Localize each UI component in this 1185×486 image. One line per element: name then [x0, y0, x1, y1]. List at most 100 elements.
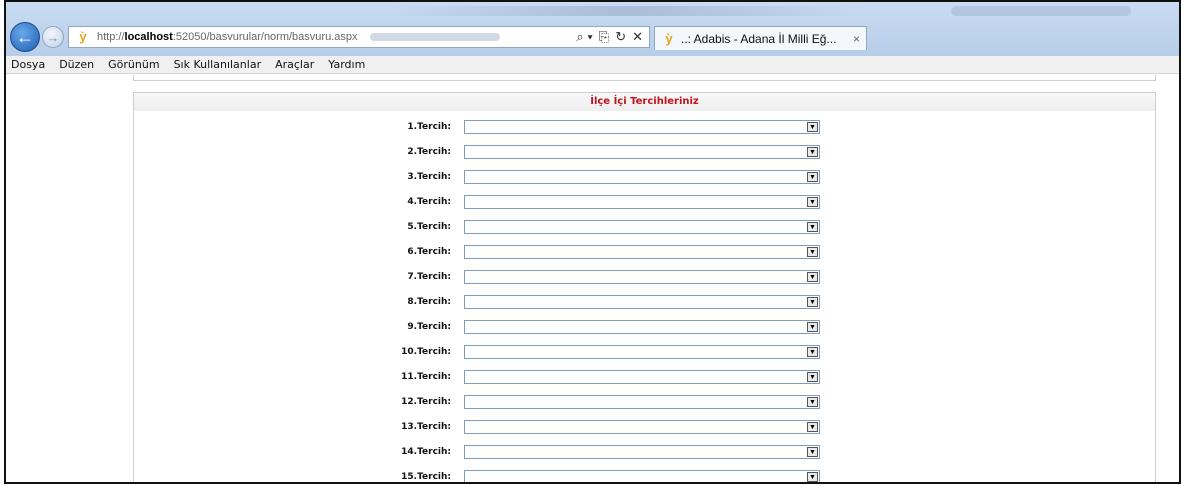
- preference-select[interactable]: ▼: [464, 420, 820, 434]
- back-arrow-icon: ←: [16, 26, 34, 47]
- preference-select-value: [465, 176, 468, 186]
- preference-row: 8.Tercih: ▼: [134, 295, 1155, 311]
- preferences-panel: İlçe İçi Tercihleriniz 1.Tercih: ▼ 2.Terci…: [133, 92, 1156, 482]
- search-icon[interactable]: ⌕ ▾: [576, 29, 592, 45]
- preference-row: 2.Tercih: ▼: [134, 145, 1155, 161]
- preference-label: 2.Tercih:: [407, 147, 451, 157]
- chevron-down-icon[interactable]: ▼: [807, 372, 818, 382]
- preference-select[interactable]: ▼: [464, 295, 820, 309]
- address-tools: ⌕ ▾ ⎘ ↻ ✕: [576, 29, 649, 45]
- preference-row: 6.Tercih: ▼: [134, 245, 1155, 261]
- preference-select-value: [465, 251, 468, 261]
- back-button[interactable]: ←: [10, 22, 40, 52]
- compatibility-icon[interactable]: ⎘: [599, 29, 609, 45]
- menu-item-dosya[interactable]: Dosya: [6, 58, 53, 71]
- menu-item-araclar[interactable]: Araçlar: [269, 58, 322, 71]
- preference-label: 1.Tercih:: [407, 122, 451, 132]
- preference-row: 13.Tercih: ▼: [134, 420, 1155, 436]
- preference-select[interactable]: ▼: [464, 395, 820, 409]
- browser-titlebar: ← → ỳ http:// localhost :52050/basvurula…: [6, 2, 1179, 56]
- chevron-down-icon[interactable]: ▼: [807, 247, 818, 257]
- preference-select-value: [465, 151, 468, 161]
- preference-label: 9.Tercih:: [407, 322, 451, 332]
- chevron-down-icon[interactable]: ▼: [807, 222, 818, 232]
- preference-label: 10.Tercih:: [401, 347, 451, 357]
- preference-select[interactable]: ▼: [464, 345, 820, 359]
- stop-icon[interactable]: ✕: [632, 29, 643, 45]
- preference-select[interactable]: ▼: [464, 245, 820, 259]
- chevron-down-icon[interactable]: ▼: [807, 322, 818, 332]
- chevron-down-icon[interactable]: ▼: [807, 147, 818, 157]
- preference-label: 4.Tercih:: [407, 197, 451, 207]
- url-path: :52050/basvurular/norm/basvuru.aspx: [172, 31, 358, 43]
- chevron-down-icon[interactable]: ▼: [807, 422, 818, 432]
- window-title-blur: [386, 6, 866, 16]
- menu-bar: Dosya Düzen Görünüm Sık Kullanılanlar Ar…: [6, 56, 1179, 74]
- preference-row: 14.Tercih: ▼: [134, 445, 1155, 461]
- forward-button[interactable]: →: [42, 26, 64, 48]
- preference-label: 7.Tercih:: [407, 272, 451, 282]
- preference-label: 15.Tercih:: [401, 472, 451, 482]
- preference-select-value: [465, 451, 468, 461]
- preference-label: 3.Tercih:: [407, 172, 451, 182]
- preference-select[interactable]: ▼: [464, 195, 820, 209]
- preference-label: 8.Tercih:: [407, 297, 451, 307]
- preference-select[interactable]: ▼: [464, 270, 820, 284]
- chevron-down-icon[interactable]: ▼: [807, 397, 818, 407]
- url-blur: [369, 33, 500, 41]
- preference-select[interactable]: ▼: [464, 120, 820, 134]
- preference-select-value: [465, 351, 468, 361]
- preference-select-value: [465, 401, 468, 411]
- chevron-down-icon[interactable]: ▼: [807, 122, 818, 132]
- preference-row: 3.Tercih: ▼: [134, 170, 1155, 186]
- preference-select[interactable]: ▼: [464, 145, 820, 159]
- page-content: İlçe İçi Tercihleriniz 1.Tercih: ▼ 2.Terci…: [6, 75, 1179, 482]
- chevron-down-icon[interactable]: ▼: [807, 172, 818, 182]
- chevron-down-icon[interactable]: ▼: [807, 197, 818, 207]
- previous-panel-edge: [133, 75, 1156, 81]
- preference-select[interactable]: ▼: [464, 445, 820, 459]
- browser-window: ← → ỳ http:// localhost :52050/basvurula…: [4, 0, 1181, 484]
- browser-tab[interactable]: ỳ ..: Adabis - Adana İl Milli Eğ... ×: [654, 26, 867, 50]
- panel-title: İlçe İçi Tercihleriniz: [134, 93, 1155, 111]
- preference-row: 10.Tercih: ▼: [134, 345, 1155, 361]
- refresh-icon[interactable]: ↻: [615, 29, 626, 45]
- chevron-down-icon[interactable]: ▼: [807, 347, 818, 357]
- tab-favicon-icon: ỳ: [665, 30, 673, 46]
- menu-item-duzen[interactable]: Düzen: [53, 58, 102, 71]
- chevron-down-icon[interactable]: ▼: [807, 272, 818, 282]
- menu-item-yardim[interactable]: Yardım: [322, 58, 373, 71]
- menu-item-gorunum[interactable]: Görünüm: [102, 58, 167, 71]
- preference-select[interactable]: ▼: [464, 170, 820, 184]
- preference-row: 9.Tercih: ▼: [134, 320, 1155, 336]
- preference-select-value: [465, 201, 468, 211]
- preference-select-value: [465, 326, 468, 336]
- preference-label: 6.Tercih:: [407, 247, 451, 257]
- address-bar[interactable]: ỳ http:// localhost :52050/basvurular/no…: [68, 26, 650, 48]
- preference-row: 7.Tercih: ▼: [134, 270, 1155, 286]
- preference-select[interactable]: ▼: [464, 470, 820, 482]
- preference-select[interactable]: ▼: [464, 370, 820, 384]
- preference-select-value: [465, 276, 468, 286]
- tab-close-icon[interactable]: ×: [853, 32, 860, 46]
- preference-select-value: [465, 426, 468, 436]
- url-prefix: http://: [97, 31, 125, 43]
- preference-row: 1.Tercih: ▼: [134, 120, 1155, 136]
- site-favicon-icon: ỳ: [79, 29, 87, 44]
- preference-label: 12.Tercih:: [401, 397, 451, 407]
- window-controls-blur: [951, 6, 1131, 16]
- preference-row: 12.Tercih: ▼: [134, 395, 1155, 411]
- preference-row: 5.Tercih: ▼: [134, 220, 1155, 236]
- preference-row: 4.Tercih: ▼: [134, 195, 1155, 211]
- preference-label: 13.Tercih:: [401, 422, 451, 432]
- menu-item-sik-kullanilanlar[interactable]: Sık Kullanılanlar: [168, 58, 270, 71]
- preference-select-value: [465, 126, 468, 136]
- preference-select[interactable]: ▼: [464, 320, 820, 334]
- chevron-down-icon[interactable]: ▼: [807, 447, 818, 457]
- preference-select[interactable]: ▼: [464, 220, 820, 234]
- chevron-down-icon[interactable]: ▼: [807, 472, 818, 482]
- url-host: localhost: [124, 31, 173, 43]
- preference-select-value: [465, 476, 468, 482]
- preference-row: 15.Tercih: ▼: [134, 470, 1155, 482]
- chevron-down-icon[interactable]: ▼: [807, 297, 818, 307]
